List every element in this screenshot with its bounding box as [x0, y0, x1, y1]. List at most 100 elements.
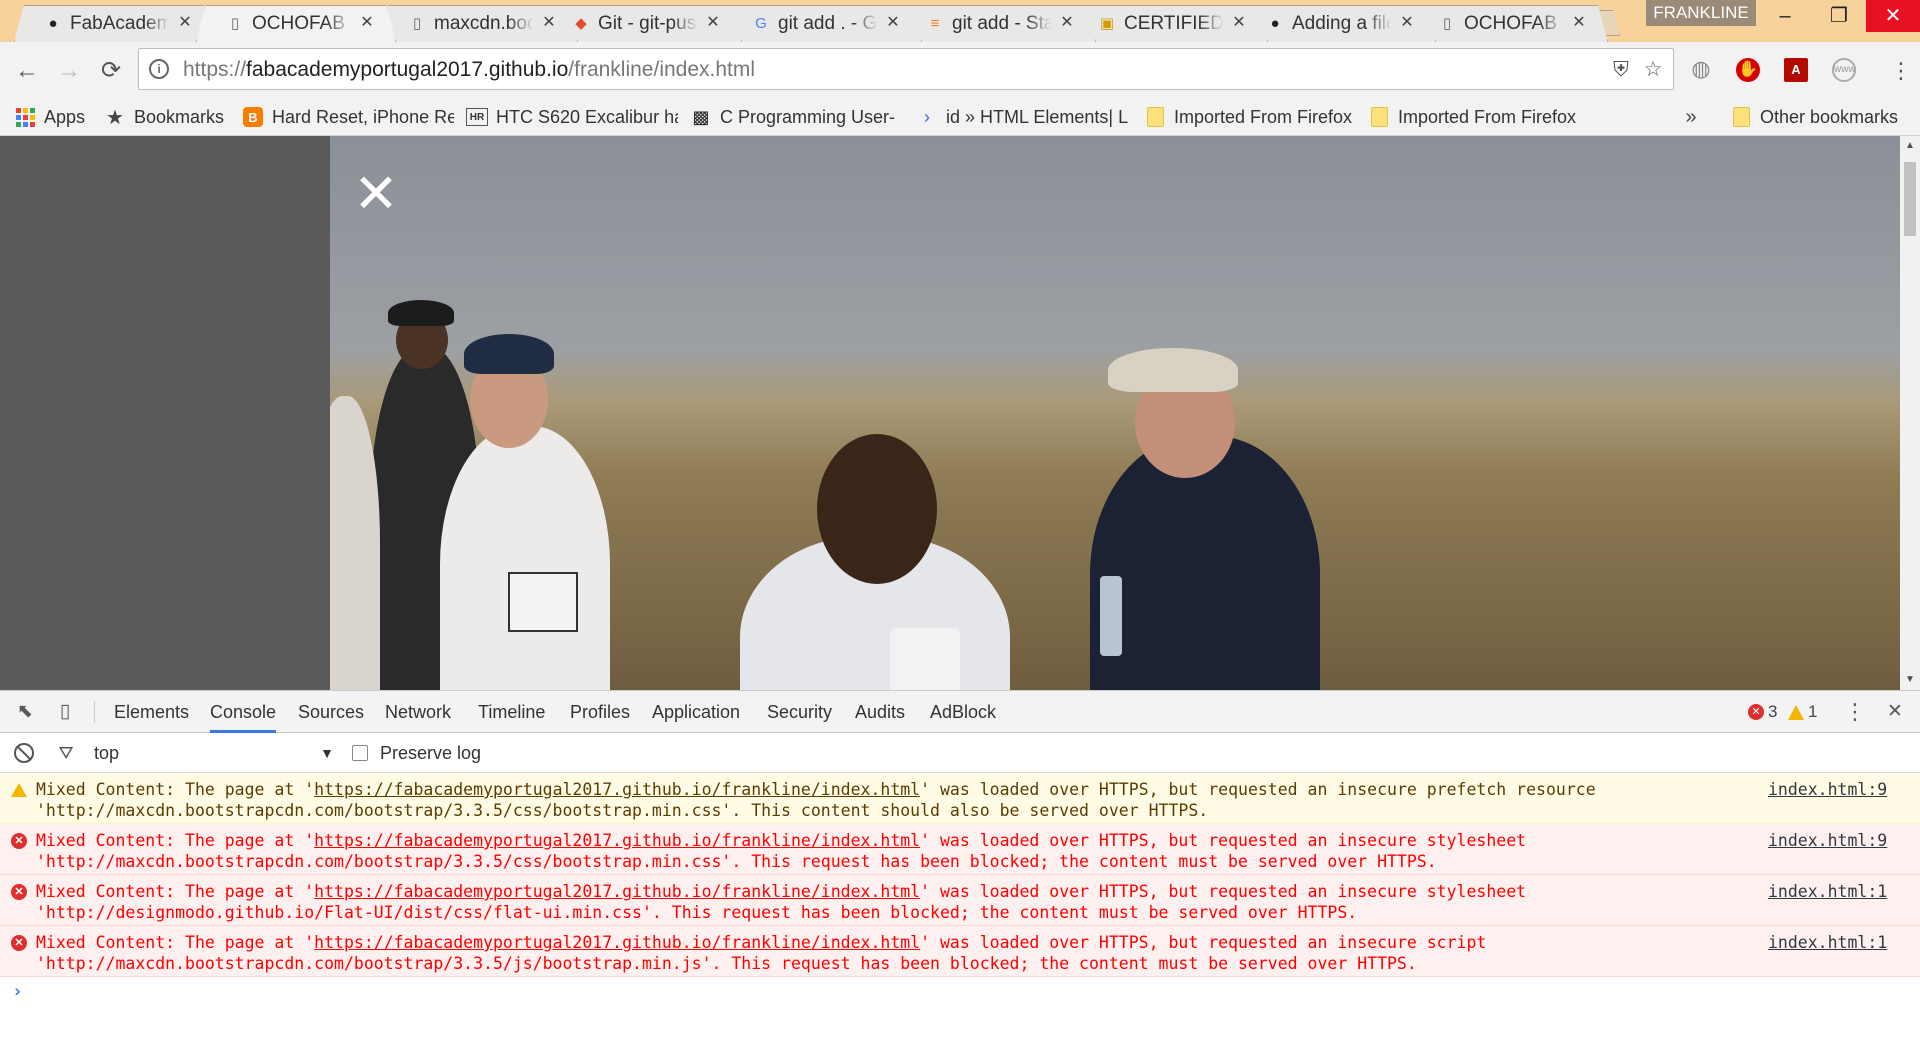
tab-5[interactable]: Ggit add . - Google Search ✕ [722, 5, 922, 42]
browser-menu-icon[interactable]: ⋮ [1890, 56, 1912, 86]
devtools-panel: ⬉ ▯ Elements Console Sources Network Timelin… [0, 690, 1920, 1042]
message-line-2: 'http://maxcdn.bootstrapcdn.com/bootstra… [36, 852, 1437, 871]
bookmark-item-8[interactable]: Imported From Firefox [1368, 104, 1580, 130]
site-info-icon[interactable]: i [149, 59, 169, 79]
extension-gray-icon[interactable]: ◍ [1686, 54, 1716, 84]
tab-close-icon[interactable]: ✕ [176, 13, 194, 33]
bookmark-label: id » HTML Elements| L [946, 106, 1128, 127]
scroll-up-icon[interactable]: ▲ [1900, 136, 1920, 156]
bookmark-item-6[interactable]: › id » HTML Elements| L [916, 104, 1128, 130]
tab-close-icon[interactable]: ✕ [884, 13, 902, 33]
reload-button[interactable]: ⟳ [94, 54, 128, 88]
message-text: ' was loaded over HTTPS, but requested a… [920, 780, 1596, 799]
maximize-button[interactable]: ❐ [1812, 0, 1866, 32]
message-line-2: 'http://designmodo.github.io/Flat-UI/dis… [36, 903, 1358, 922]
warning-counter[interactable]: 1 [1788, 702, 1817, 722]
tab-title: OCHOFAB [1464, 14, 1564, 34]
message-page-link[interactable]: https://fabacademyportugal2017.github.io… [314, 933, 920, 952]
filter-icon[interactable]: ⛛ [54, 742, 78, 764]
message-source-link[interactable]: index.html:9 [1768, 779, 1887, 800]
console-filter-bar: ⛛ top ▼ Preserve log [0, 733, 1920, 773]
devtools-tab-audits[interactable]: Audits [855, 691, 905, 733]
url-text[interactable]: https://fabacademyportugal2017.github.io… [183, 58, 755, 82]
hr-icon: HR [466, 106, 488, 128]
devtools-tab-console[interactable]: Console [210, 691, 277, 733]
tab-close-icon[interactable]: ✕ [1230, 13, 1248, 33]
tab-6[interactable]: ≡ git add - Stack Overflow ✕ [896, 5, 1096, 42]
context-selector[interactable]: top ▼ [94, 742, 334, 764]
inspect-element-icon[interactable]: ⬉ [12, 699, 38, 725]
bookmark-other[interactable]: Other bookmarks [1730, 104, 1910, 130]
devtools-menu-icon[interactable]: ⋮ [1842, 699, 1868, 725]
bookmark-item-4[interactable]: HR HTC S620 Excalibur ha [466, 104, 678, 130]
adblock-icon[interactable]: ✋ [1736, 58, 1760, 82]
folder-icon [1730, 106, 1752, 128]
devtools-tab-profiles[interactable]: Profiles [570, 691, 630, 733]
tab-close-icon[interactable]: ✕ [1398, 13, 1416, 33]
toolbar-divider [94, 701, 95, 723]
clear-console-icon[interactable] [14, 743, 34, 763]
message-page-link[interactable]: https://fabacademyportugal2017.github.io… [314, 882, 920, 901]
tab-close-icon[interactable]: ✕ [704, 13, 722, 33]
tab-close-icon[interactable]: ✕ [540, 13, 558, 33]
error-counter[interactable]: ✕ 3 [1748, 702, 1777, 722]
extension-round-icon[interactable]: www [1832, 58, 1856, 82]
preserve-log-label: Preserve log [380, 742, 482, 763]
back-button[interactable]: ← [10, 54, 44, 88]
tab-close-icon[interactable]: ✕ [1058, 13, 1076, 33]
message-source-link[interactable]: index.html:1 [1768, 932, 1887, 953]
devtools-tab-security[interactable]: Security [767, 691, 832, 733]
tab-7[interactable]: ▣ CERTIFIED ✕ [1068, 5, 1268, 42]
bookmark-item-1[interactable]: Apps [14, 104, 94, 130]
preserve-log-checkbox[interactable]: Preserve log [352, 742, 481, 764]
tab-title: Adding a file [1292, 14, 1392, 34]
bookmark-item-7[interactable]: Imported From Firefox [1144, 104, 1354, 130]
devtools-tab-adblock[interactable]: AdBlock [930, 691, 996, 733]
message-source-link[interactable]: index.html:9 [1768, 830, 1887, 851]
forward-button[interactable]: → [52, 54, 86, 88]
device-mode-icon[interactable]: ▯ [52, 699, 78, 725]
bookmark-item-5[interactable]: ▩ C Programming User- [690, 104, 904, 130]
bookmark-star-icon[interactable]: ☆ [1641, 58, 1665, 82]
bookmarks-overflow-button[interactable]: » [1680, 104, 1702, 130]
message-text: Mixed Content: The page at ' [36, 831, 315, 850]
profile-button[interactable]: FRANKLINE [1646, 0, 1756, 26]
tab-3[interactable]: ▯ maxcdn.bootstrapcdn.com ✕ [378, 5, 578, 42]
message-text: ' was loaded over HTTPS, but requested a… [920, 933, 1487, 952]
devtools-tab-network[interactable]: Network [385, 691, 451, 733]
bookmark-item-3[interactable]: B Hard Reset, iPhone Re [242, 104, 454, 130]
console-messages: Mixed Content: The page at 'https://faba… [0, 773, 1920, 1043]
tab-strip: ● FabAcademy ✕ ▯ OCHOFAB ✕ ▯ maxcdn.bootstrapcd… [0, 0, 1920, 42]
close-window-button[interactable]: ✕ [1866, 0, 1920, 32]
bookmark-item-2[interactable]: ★ Bookmarks [104, 104, 234, 130]
message-text: Mixed Content: The page at ' [36, 882, 315, 901]
checkbox-box[interactable] [352, 745, 368, 761]
tab-title: git add - Stack Overflow [952, 14, 1052, 34]
acrobat-icon[interactable]: A [1784, 58, 1808, 82]
url-scheme: https:// [183, 58, 247, 81]
tab-9[interactable]: ▯ OCHOFAB ✕ [1408, 5, 1608, 42]
bookmarks-bar: Apps ★ Bookmarks B Hard Reset, iPhone Re HR HT… [0, 98, 1920, 136]
page-scrollbar[interactable]: ▲ ▼ [1900, 136, 1920, 690]
message-line-2: 'http://maxcdn.bootstrapcdn.com/bootstra… [36, 954, 1417, 973]
devtools-close-icon[interactable]: ✕ [1882, 699, 1908, 725]
message-page-link[interactable]: https://fabacademyportugal2017.github.io… [314, 831, 920, 850]
tab-2[interactable]: ▯ OCHOFAB ✕ [196, 5, 396, 42]
warning-icon [11, 783, 27, 797]
shield-icon[interactable]: ⛨ [1609, 58, 1633, 82]
scroll-down-icon[interactable]: ▼ [1900, 670, 1920, 690]
devtools-tab-application[interactable]: Application [652, 691, 740, 733]
console-prompt[interactable]: › [0, 977, 1920, 1007]
close-overlay-icon[interactable]: ✕ [350, 167, 402, 221]
tab-close-icon[interactable]: ✕ [358, 13, 376, 33]
tab-close-icon[interactable]: ✕ [1570, 13, 1588, 33]
scroll-thumb[interactable] [1904, 162, 1916, 236]
devtools-tab-sources[interactable]: Sources [298, 691, 364, 733]
message-source-link[interactable]: index.html:1 [1768, 881, 1887, 902]
tab-1[interactable]: ● FabAcademy ✕ [14, 5, 214, 42]
address-bar[interactable]: i https://fabacademyportugal2017.github.… [138, 48, 1674, 90]
minimize-button[interactable]: – [1758, 0, 1812, 32]
devtools-tab-elements[interactable]: Elements [114, 691, 189, 733]
message-page-link[interactable]: https://fabacademyportugal2017.github.io… [314, 780, 920, 799]
devtools-tab-timeline[interactable]: Timeline [478, 691, 545, 733]
